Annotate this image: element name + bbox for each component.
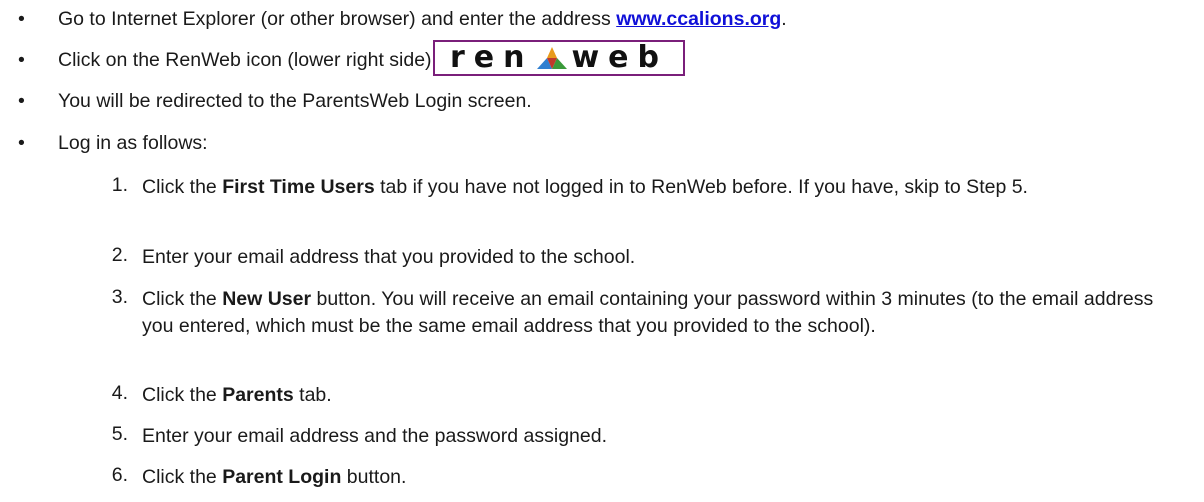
step-text: Enter your email address that you provid… bbox=[142, 246, 636, 268]
step-number: 6. bbox=[111, 464, 128, 486]
logo-text-web: web bbox=[571, 40, 669, 75]
step-number: 2. bbox=[111, 244, 128, 266]
step-number: 5. bbox=[111, 423, 128, 445]
renweb-logo: ren web bbox=[433, 40, 685, 76]
bullet-dot: • bbox=[18, 132, 25, 154]
bullet-dot: • bbox=[18, 49, 25, 71]
bullet-text: Go to Internet Explorer (or other browse… bbox=[58, 8, 787, 30]
step-text: Click the Parents tab. bbox=[142, 384, 332, 406]
step-number: 4. bbox=[111, 382, 128, 404]
bullet-text: Click on the RenWeb icon (lower right si… bbox=[58, 49, 437, 71]
step-number: 3. bbox=[111, 286, 128, 308]
bullet-text: Log in as follows: bbox=[58, 132, 208, 154]
step-text: Enter your email address and the passwor… bbox=[142, 425, 608, 447]
logo-text-ren: ren bbox=[449, 40, 534, 75]
step-text: Click the Parent Login button. bbox=[142, 466, 407, 488]
step-number: 1. bbox=[111, 174, 128, 196]
step-text: Click the First Time Users tab if you ha… bbox=[142, 176, 1028, 198]
bullet-dot: • bbox=[18, 90, 25, 112]
bullet-dot: • bbox=[18, 8, 25, 30]
bullet-text: You will be redirected to the ParentsWeb… bbox=[58, 90, 532, 112]
renweb-leaf-icon bbox=[537, 47, 568, 69]
step-text: Click the New User button. You will rece… bbox=[142, 288, 1154, 337]
website-link[interactable]: www.ccalions.org bbox=[616, 8, 781, 30]
